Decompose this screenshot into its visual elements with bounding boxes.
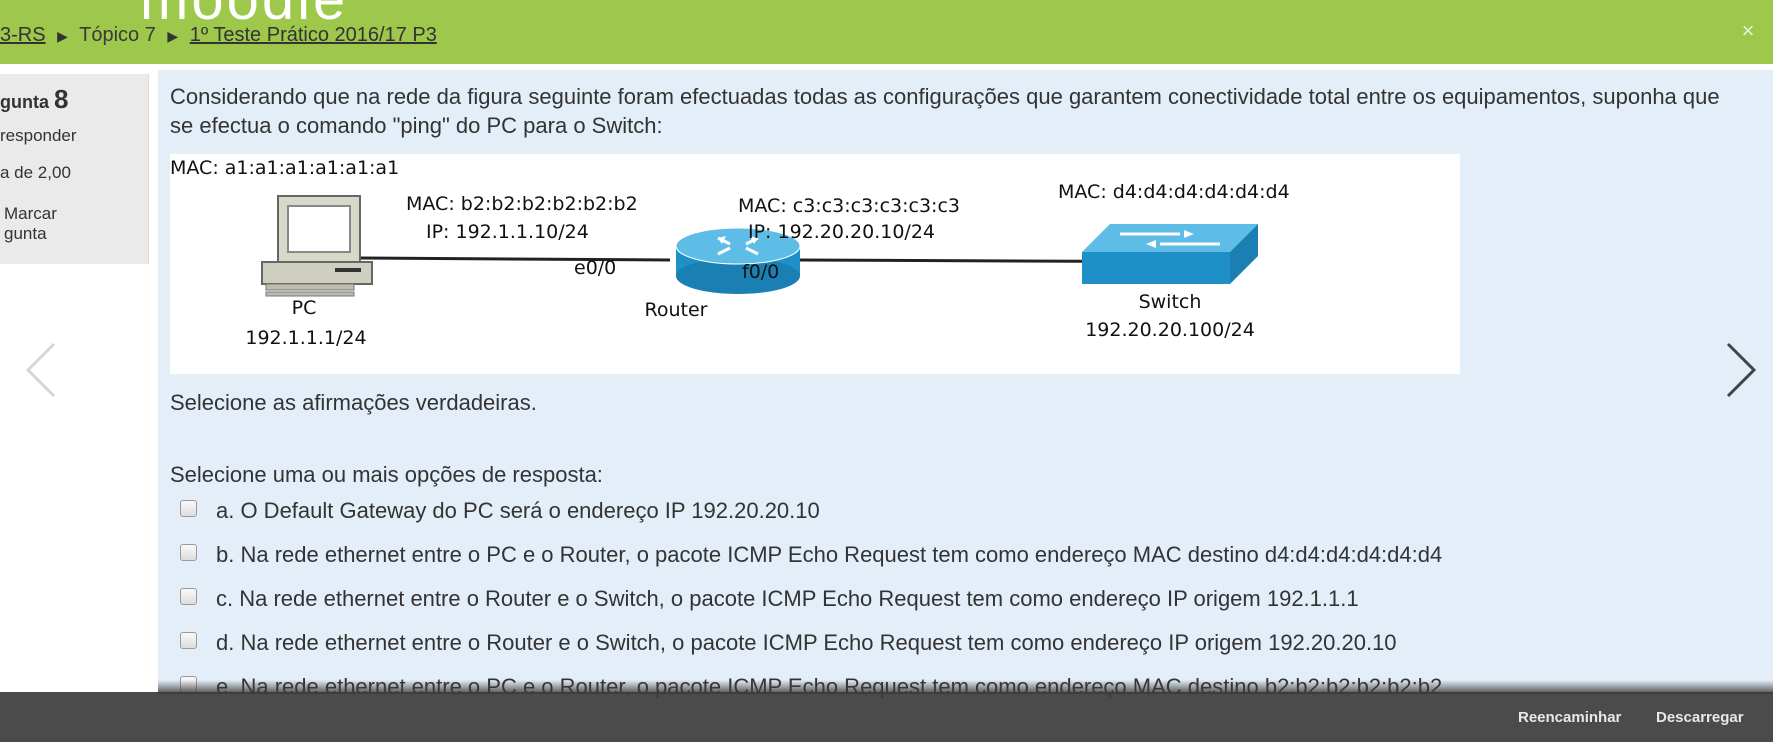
link-pc-router [359,256,671,262]
answer-label[interactable]: c. Na rede ethernet entre o Router e o S… [216,586,1359,612]
answer-option-c[interactable]: c. Na rede ethernet entre o Router e o S… [180,578,1740,622]
bottom-toolbar: Reencaminhar Descarregar [0,692,1773,742]
breadcrumb-separator-icon: ▶ [57,28,68,44]
question-label: gunta [0,92,49,112]
pc-ip-label: 192.1.1.1/24 [245,327,366,349]
router-f0-interface-label: f0/0 [742,261,779,283]
question-prompt: Selecione as afirmações verdadeiras. [170,390,537,415]
answer-checkbox[interactable] [180,632,197,649]
switch-mac-label: MAC: d4:d4:d4:d4:d4:d4 [1058,181,1290,203]
router-f0-ip-label: IP: 192.20.20.10/24 [748,221,935,243]
question-info-panel: gunta 8 responder a de 2,00 Marcar gunta [0,74,149,264]
breadcrumb-separator-icon: ▶ [167,28,179,44]
answer-checkbox[interactable] [180,588,197,605]
answer-checkbox[interactable] [180,544,197,561]
chevron-left-icon[interactable] [22,340,62,400]
pc-mac-label: MAC: a1:a1:a1:a1:a1:a1 [170,157,399,179]
router-e0-mac-label: MAC: b2:b2:b2:b2:b2:b2 [406,193,638,215]
top-header: moodle 3-RS ▶ Tópico 7 ▶ 1º Teste Prátic… [0,0,1773,64]
flag-label-line1: Marcar [4,204,57,223]
flag-label-line2: gunta [4,224,47,243]
router-f0-mac-label: MAC: c3:c3:c3:c3:c3:c3 [738,195,960,217]
question-number-value: 8 [54,84,69,114]
breadcrumb-quiz-link[interactable]: 1º Teste Prático 2016/17 P3 [190,24,437,46]
pc-icon [261,195,373,297]
breadcrumb: 3-RS ▶ Tópico 7 ▶ 1º Teste Prático 2016/… [0,24,437,52]
answer-option-d[interactable]: d. Na rede ethernet entre o Router e o S… [180,622,1740,666]
router-label: Router [645,299,708,321]
forward-button[interactable]: Reencaminhar [1518,709,1621,726]
question-number: gunta 8 [0,84,68,115]
answer-checkbox[interactable] [180,500,197,517]
chevron-right-icon[interactable] [1722,340,1762,400]
download-button[interactable]: Descarregar [1656,709,1744,726]
router-e0-ip-label: IP: 192.1.1.10/24 [426,221,589,243]
breadcrumb-course-link[interactable]: 3-RS [0,24,46,46]
question-text: Considerando que na rede da figura segui… [170,84,1720,138]
answer-list: a. O Default Gateway do PC será o endere… [180,490,1740,710]
answer-instruction: Selecione uma ou mais opções de resposta… [170,462,603,487]
question-content: Considerando que na rede da figura segui… [158,70,1773,699]
question-state: responder [0,126,77,145]
router-e0-interface-label: e0/0 [574,257,616,279]
question-grade: a de 2,00 [0,163,71,182]
switch-label: Switch [1139,291,1202,313]
switch-icon [1082,224,1258,284]
network-diagram: MAC: a1:a1:a1:a1:a1:a1 PC 192.1.1.1/24 M… [170,154,1460,374]
answer-label[interactable]: b. Na rede ethernet entre o PC e o Route… [216,542,1442,568]
answer-label[interactable]: d. Na rede ethernet entre o Router e o S… [216,630,1397,656]
answer-option-a[interactable]: a. O Default Gateway do PC será o endere… [180,490,1740,534]
switch-ip-label: 192.20.20.100/24 [1085,319,1255,341]
flag-question-link[interactable]: Marcar gunta [4,204,57,244]
pc-label: PC [292,297,317,319]
answer-label[interactable]: a. O Default Gateway do PC será o endere… [216,498,820,524]
breadcrumb-topic[interactable]: Tópico 7 [79,24,156,46]
close-icon[interactable]: × [1737,20,1759,42]
answer-option-b[interactable]: b. Na rede ethernet entre o PC e o Route… [180,534,1740,578]
